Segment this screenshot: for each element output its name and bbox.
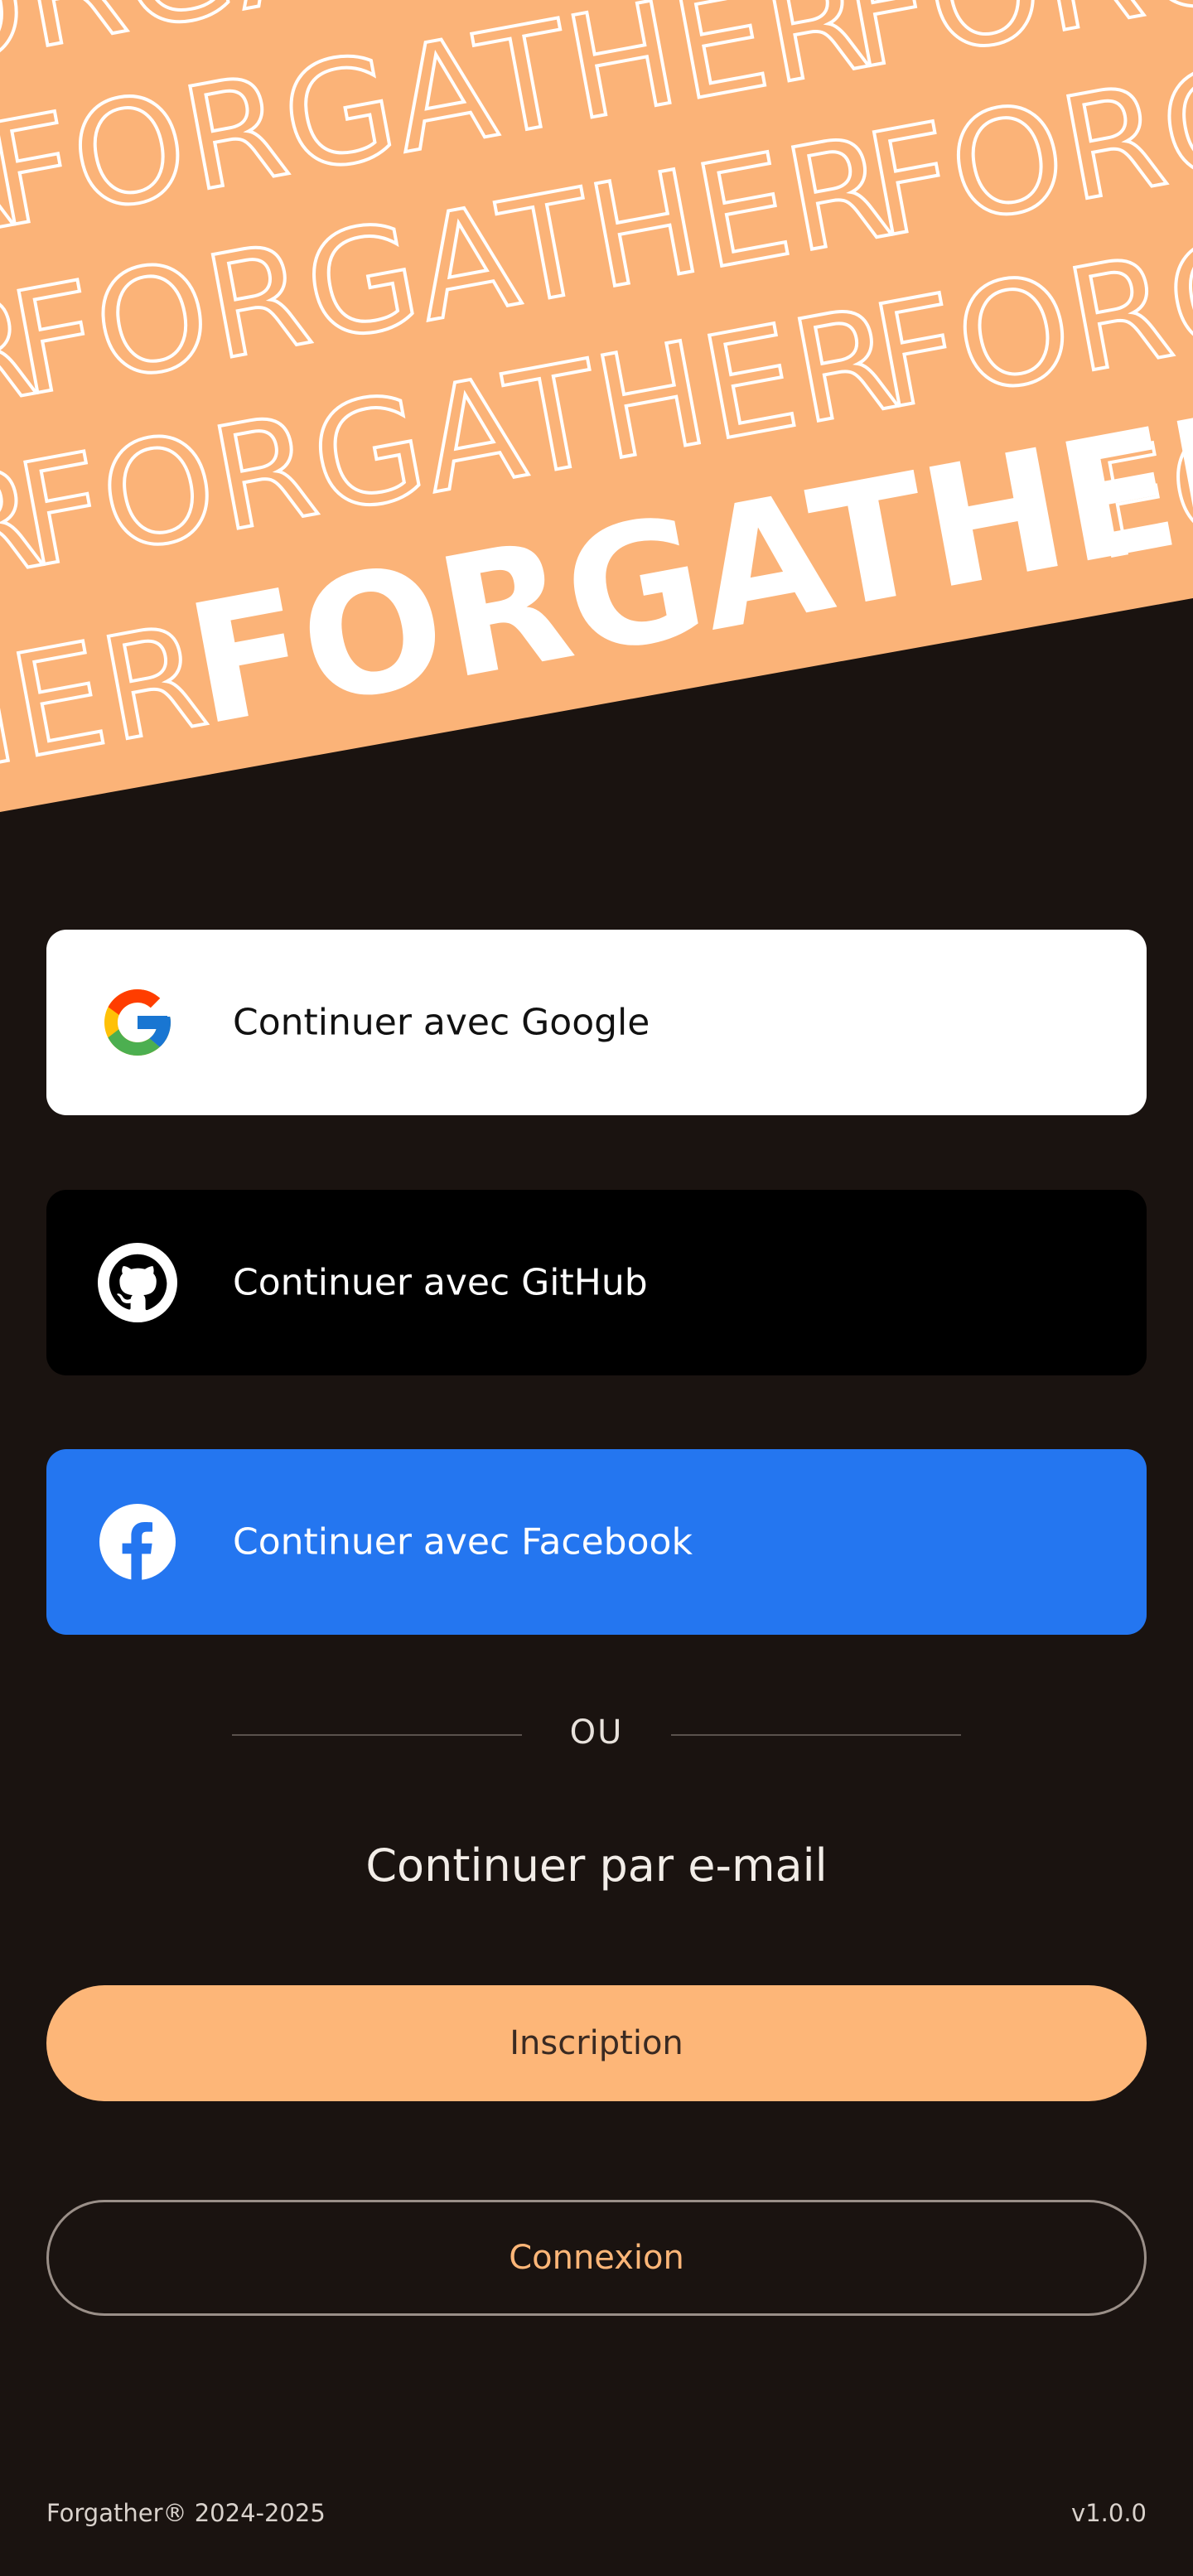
google-logo-icon <box>98 983 177 1062</box>
login-button[interactable]: Connexion <box>46 2200 1147 2316</box>
continue-with-google-button[interactable]: Continuer avec Google <box>46 930 1147 1115</box>
auth-screen: FORGATHER FORGATHER FORGATHER FORGATHER … <box>0 0 1193 2576</box>
divider-or-text: OU <box>569 1713 624 1752</box>
github-button-label: Continuer avec GitHub <box>233 1261 648 1304</box>
facebook-button-label: Continuer avec Facebook <box>233 1520 693 1563</box>
divider-line-right <box>671 1734 961 1736</box>
github-logo-icon <box>98 1243 177 1322</box>
footer-version: v1.0.0 <box>1071 2499 1147 2527</box>
facebook-logo-icon <box>98 1502 177 1582</box>
signup-button[interactable]: Inscription <box>46 1985 1147 2101</box>
google-button-label: Continuer avec Google <box>233 1001 650 1044</box>
continue-with-github-button[interactable]: Continuer avec GitHub <box>46 1190 1147 1375</box>
continue-with-facebook-button[interactable]: Continuer avec Facebook <box>46 1449 1147 1635</box>
email-section-title: Continuer par e-mail <box>365 1839 828 1892</box>
footer-copyright: Forgather® 2024-2025 <box>46 2499 326 2527</box>
hero-banner: FORGATHER FORGATHER FORGATHER FORGATHER … <box>0 0 1193 812</box>
